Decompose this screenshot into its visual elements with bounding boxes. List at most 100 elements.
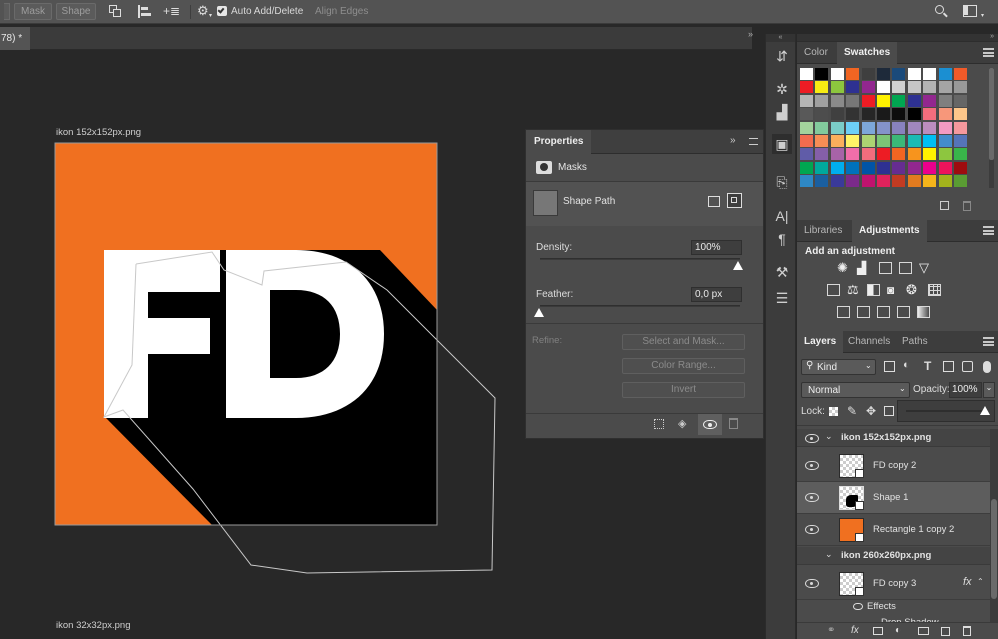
swatch[interactable]: [877, 121, 890, 134]
swatch[interactable]: [892, 135, 906, 147]
swatch[interactable]: [923, 94, 937, 107]
swatch[interactable]: [954, 121, 967, 134]
swatch[interactable]: [877, 148, 890, 161]
swatch[interactable]: [907, 121, 921, 134]
opacity-input[interactable]: 100%: [949, 382, 982, 398]
collapse-panel-icon[interactable]: »: [730, 135, 736, 146]
lock-position-icon[interactable]: ✥: [866, 404, 876, 418]
levels-icon[interactable]: ▟: [857, 261, 871, 275]
tab-layers[interactable]: Layers: [797, 331, 844, 353]
swatch[interactable]: [907, 68, 921, 80]
vector-mask-icon[interactable]: [727, 193, 742, 208]
swatch[interactable]: [877, 108, 890, 121]
link-layers-icon[interactable]: ⚭: [827, 625, 835, 636]
swatch[interactable]: [954, 81, 967, 94]
density-input[interactable]: 100%: [691, 240, 742, 255]
swatch[interactable]: [923, 135, 937, 147]
swatch[interactable]: [877, 175, 890, 188]
feather-slider-track[interactable]: [540, 305, 740, 307]
swatch[interactable]: [877, 68, 890, 80]
photo-filter-icon[interactable]: ◙: [887, 283, 894, 297]
new-fill-layer-icon[interactable]: ◐: [895, 625, 901, 636]
swatch[interactable]: [815, 135, 829, 147]
swatch[interactable]: [907, 94, 921, 107]
swatch[interactable]: [815, 94, 829, 107]
swatch[interactable]: [892, 161, 906, 174]
histogram-icon[interactable]: ▟: [772, 102, 792, 122]
new-layer-icon[interactable]: [941, 627, 950, 636]
panel-menu-icon[interactable]: [749, 138, 758, 145]
swatches-grid[interactable]: [800, 68, 980, 188]
layer-row-selected[interactable]: Shape 1: [797, 482, 990, 514]
swatch[interactable]: [923, 175, 937, 188]
swatch[interactable]: [830, 135, 844, 147]
visibility-toggle[interactable]: [698, 414, 722, 435]
brightness-contrast-icon[interactable]: ✺: [837, 261, 851, 275]
swatch[interactable]: [907, 108, 921, 121]
posterize-icon[interactable]: [857, 306, 870, 318]
pixel-filter-icon[interactable]: [884, 361, 895, 372]
swatch[interactable]: [815, 148, 829, 161]
color-lookup-icon[interactable]: [928, 284, 941, 296]
exposure-icon[interactable]: [899, 262, 912, 274]
swatch[interactable]: [846, 148, 860, 161]
swatch[interactable]: [846, 161, 860, 174]
chevron-down-icon[interactable]: ⌄: [825, 431, 833, 442]
swatch[interactable]: [923, 68, 937, 80]
character-icon[interactable]: A|: [772, 206, 792, 226]
color-range-button[interactable]: Color Range...: [622, 358, 745, 374]
chevron-up-icon[interactable]: ⌃: [977, 577, 984, 586]
swatch[interactable]: [800, 68, 813, 80]
paragraph-icon[interactable]: ¶: [772, 229, 792, 249]
select-pixel-mask-icon[interactable]: [708, 196, 720, 207]
swatch[interactable]: [877, 135, 890, 147]
swatch[interactable]: [800, 81, 813, 94]
history-icon[interactable]: ⇵: [772, 46, 792, 66]
swatch[interactable]: [938, 161, 952, 174]
swatch[interactable]: [800, 94, 813, 107]
lock-image-icon[interactable]: ✎: [847, 404, 857, 418]
filter-toggle[interactable]: [983, 361, 991, 373]
chevron-down-icon[interactable]: ⌄: [825, 549, 833, 560]
swatch[interactable]: [815, 161, 829, 174]
swatch[interactable]: [830, 148, 844, 161]
swatch[interactable]: [892, 81, 906, 94]
tab-adjustments[interactable]: Adjustments: [852, 220, 927, 242]
eye-icon[interactable]: [805, 461, 819, 470]
channel-mixer-icon[interactable]: ❂: [906, 282, 917, 298]
tab-color[interactable]: Color: [797, 42, 835, 64]
properties-icon[interactable]: ☰: [772, 288, 792, 308]
opacity-dropdown[interactable]: ⌄: [983, 382, 995, 398]
layer-group-row[interactable]: ⌄ ikon 260x260px.png: [797, 547, 990, 565]
swatch[interactable]: [846, 68, 860, 80]
swatch[interactable]: [861, 94, 875, 107]
filter-kind-select[interactable]: ⚲ Kind ⌄: [801, 359, 876, 375]
swatch[interactable]: [815, 121, 829, 134]
swatch[interactable]: [830, 81, 844, 94]
blend-mode-select[interactable]: Normal ⌄: [801, 382, 910, 398]
swatch[interactable]: [861, 121, 875, 134]
density-slider-track[interactable]: [540, 258, 740, 260]
swatch[interactable]: [815, 81, 829, 94]
swatch[interactable]: [954, 148, 967, 161]
swatch[interactable]: [892, 94, 906, 107]
swatch[interactable]: [954, 94, 967, 107]
swatch[interactable]: [861, 148, 875, 161]
swatch[interactable]: [907, 161, 921, 174]
strip-collapse-icon[interactable]: «: [766, 34, 795, 42]
swatch[interactable]: [800, 148, 813, 161]
fill-slider-popup[interactable]: [897, 400, 995, 422]
curves-icon[interactable]: [879, 262, 892, 274]
invert-adjustment-icon[interactable]: [837, 306, 850, 318]
swatch[interactable]: [800, 175, 813, 188]
add-style-icon[interactable]: fx: [851, 625, 859, 636]
clone-source-icon[interactable]: ⎘: [772, 172, 792, 192]
vibrance-icon[interactable]: ▽: [919, 260, 929, 276]
hue-saturation-icon[interactable]: [827, 284, 840, 296]
swatch[interactable]: [954, 108, 967, 121]
properties-tab[interactable]: Properties: [526, 130, 592, 154]
add-mask-icon[interactable]: [873, 627, 883, 635]
swatch[interactable]: [923, 108, 937, 121]
fx-label[interactable]: fx: [963, 576, 972, 588]
swatch[interactable]: [892, 148, 906, 161]
